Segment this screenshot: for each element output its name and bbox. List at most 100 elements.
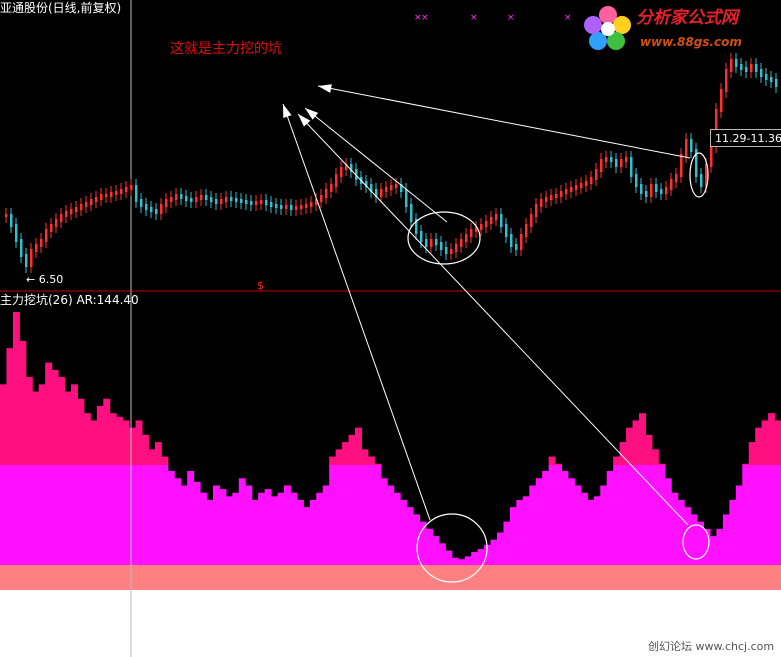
candle-body: [250, 201, 253, 205]
candle-body: [585, 181, 588, 186]
indicator-bar: [768, 465, 776, 565]
candle-body: [680, 154, 683, 177]
indicator-bar-top: [154, 442, 162, 465]
candlestick-and-indicator-chart[interactable]: × × × × ×: [0, 0, 781, 657]
candle-body: [110, 192, 113, 197]
candle-body: [690, 139, 693, 152]
indicator-bar: [161, 465, 169, 565]
arrow-head: [305, 108, 319, 120]
price-range-box: 11.29-11.36: [710, 129, 781, 147]
indicator-bar: [355, 465, 362, 565]
indicator-bar: [135, 465, 143, 565]
indicator-bar: [471, 551, 479, 565]
indicator-bar: [290, 492, 298, 565]
indicator-bar-top: [45, 362, 53, 465]
indicator-bar: [516, 499, 524, 565]
indicator-bar: [632, 465, 640, 565]
indicator-bar: [529, 485, 537, 565]
indicator-bar: [574, 485, 582, 565]
candle-body: [325, 189, 328, 198]
candle-body: [305, 204, 308, 208]
indicator-bar-top: [329, 456, 337, 465]
candle-body: [430, 239, 433, 247]
annotation-arrow: [317, 85, 691, 159]
candle-body: [555, 194, 558, 198]
indicator-salmon-band: [0, 565, 781, 590]
indicator-bar: [77, 465, 85, 565]
candle-body: [775, 79, 778, 87]
indicator-bar: [232, 492, 240, 565]
indicator-header: 主力挖坑(26) AR:144.40: [0, 293, 139, 307]
indicator-bar: [432, 536, 440, 565]
indicator-bar: [25, 465, 33, 565]
candle-body: [495, 214, 498, 220]
candle-body: [385, 187, 388, 192]
candle-body: [255, 201, 258, 205]
candle-body: [160, 204, 163, 214]
candle-body: [20, 239, 23, 257]
candle-body: [530, 214, 533, 227]
candle-body: [395, 184, 398, 188]
indicator-bar-top: [122, 420, 130, 465]
candle-body: [525, 224, 528, 237]
candle-body: [275, 204, 278, 208]
candle-body: [490, 217, 493, 224]
indicator-bar: [122, 465, 130, 565]
indicator-bar-top: [12, 312, 20, 465]
candle-body: [570, 187, 573, 192]
indicator-bar: [664, 478, 672, 565]
indicator-bar-top: [367, 456, 375, 465]
candle-body: [550, 195, 553, 200]
candle-body: [755, 64, 758, 72]
indicator-bar: [613, 465, 621, 565]
indicator-bar: [213, 485, 220, 565]
indicator-bar: [735, 485, 743, 565]
candle-body: [290, 205, 293, 210]
candle-body: [660, 189, 663, 194]
indicator-bar: [548, 465, 556, 565]
candle-body: [165, 199, 168, 207]
candle-body: [185, 196, 188, 201]
indicator-bar-top: [19, 340, 27, 465]
indicator-bar: [342, 465, 350, 565]
indicator-bar: [109, 465, 117, 565]
indicator-bar: [225, 496, 233, 565]
indicator-bar: [658, 465, 666, 565]
candle-body: [35, 244, 38, 252]
candle-body: [435, 239, 438, 245]
chart-stage[interactable]: × × × × × 亚通股份(日线,前复权) 这就是主力挖的坑 ← 6.50 11.29…: [0, 0, 781, 657]
candle-body: [610, 157, 613, 162]
candle-body: [620, 159, 623, 167]
price-low-label: ← 6.50: [26, 273, 64, 286]
indicator-bar-top: [342, 442, 350, 465]
stock-title: 亚通股份(日线,前复权): [0, 1, 122, 15]
candle-body: [730, 59, 733, 72]
candle-body: [120, 189, 123, 194]
indicator-bar: [284, 485, 291, 565]
indicator-bar: [51, 465, 59, 565]
indicator-bar-top: [374, 463, 382, 465]
candle-body: [330, 184, 333, 192]
candle-body: [245, 200, 248, 204]
indicator-bar: [19, 465, 27, 565]
indicator-bar: [58, 465, 66, 565]
candle-body: [740, 64, 743, 70]
candle-body: [215, 199, 218, 204]
candle-body: [465, 234, 468, 242]
indicator-bar: [606, 471, 614, 565]
indicator-bar-top: [355, 427, 362, 465]
indicator-bar: [316, 492, 324, 565]
indicator-bar: [45, 465, 53, 565]
candle-body: [190, 198, 193, 202]
candle-body: [645, 191, 648, 197]
indicator-bar: [142, 465, 149, 565]
indicator-bar: [71, 465, 78, 565]
candle-body: [25, 254, 28, 267]
candle-body: [615, 159, 618, 167]
indicator-bar-top: [51, 369, 59, 465]
indicator-bar: [580, 492, 588, 565]
indicator-bar-top: [761, 420, 769, 465]
indicator-bar: [600, 485, 608, 565]
indicator-bar: [348, 465, 356, 565]
indicator-bar: [174, 478, 182, 565]
